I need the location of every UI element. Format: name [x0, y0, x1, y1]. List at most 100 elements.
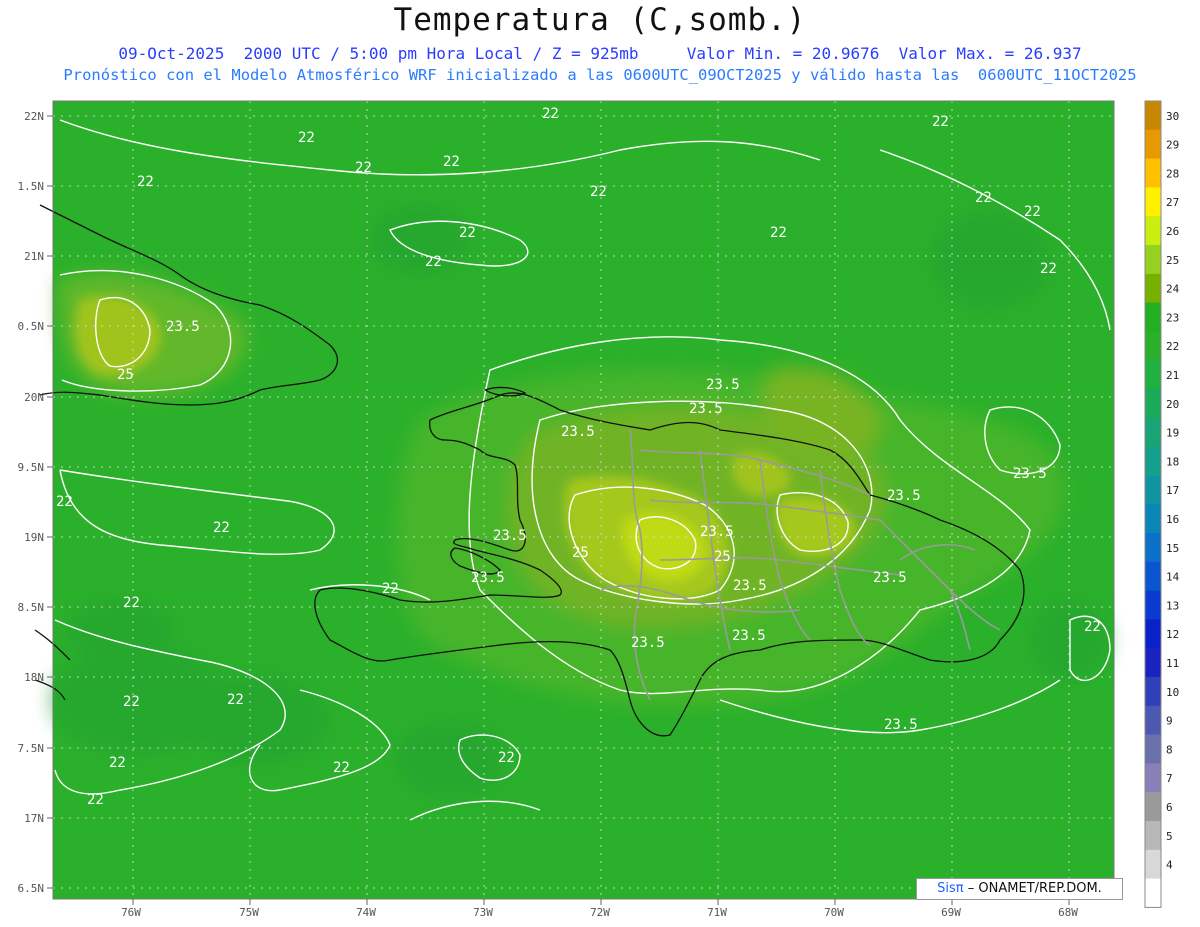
- colorbar-swatch: [1145, 360, 1161, 390]
- contour-label: 23.5: [700, 524, 734, 540]
- colorbar-label: 27: [1166, 196, 1179, 209]
- contour-label: 22: [1084, 619, 1101, 635]
- contour-label: 22: [1040, 261, 1057, 277]
- contour-label: 23.5: [561, 424, 595, 440]
- contour-label: 23.5: [166, 319, 200, 335]
- lat-label: 8.5N: [18, 601, 45, 614]
- lat-label: 6.5N: [18, 882, 45, 895]
- colorbar-label: 7: [1166, 772, 1173, 785]
- contour-label: 22: [459, 225, 476, 241]
- colorbar-swatch: [1145, 129, 1161, 160]
- colorbar-swatch: [1145, 417, 1161, 448]
- colorbar-label: 18: [1166, 455, 1179, 468]
- lon-label: 70W: [824, 906, 844, 919]
- lat-ticks: [47, 115, 53, 889]
- colorbar-swatch: [1145, 504, 1161, 534]
- colorbar-swatch: [1145, 158, 1161, 188]
- contour-label: 22: [109, 755, 126, 771]
- colorbar-label: 29: [1166, 139, 1179, 152]
- colorbar-label: 17: [1166, 484, 1179, 497]
- contour-label: 22: [425, 254, 442, 270]
- colorbar-swatch: [1145, 792, 1161, 822]
- colorbar-swatch: [1145, 389, 1161, 419]
- colorbar-label: 12: [1166, 628, 1179, 641]
- lon-label: 71W: [707, 906, 727, 919]
- colorbar-swatch: [1145, 533, 1161, 563]
- colorbar-swatch: [1145, 302, 1161, 332]
- colorbar-label: 30: [1166, 110, 1179, 123]
- contour-label: 25: [714, 549, 731, 565]
- lat-label: 20N: [24, 391, 44, 404]
- colorbar-label: 25: [1166, 254, 1179, 267]
- contour-label: 22: [333, 760, 350, 776]
- temperature-map: 22 22 22 22 22 22 22 22 22 22 22 22 22 2…: [18, 100, 1180, 919]
- contour-label: 23.5: [733, 578, 767, 594]
- colorbar-label: 10: [1166, 686, 1179, 699]
- contour-label: 22: [56, 494, 73, 510]
- contour-label: 25: [572, 545, 589, 561]
- lon-label: 76W: [121, 906, 141, 919]
- contour-label: 22: [213, 520, 230, 536]
- contour-label: 22: [1024, 204, 1041, 220]
- colorbar-swatch: [1145, 101, 1161, 131]
- colorbar-label: 11: [1166, 657, 1179, 670]
- credit-text: – ONAMET/REP.DOM.: [967, 881, 1102, 896]
- lat-label: 7.5N: [18, 742, 45, 755]
- colorbar-label: 5: [1166, 830, 1173, 843]
- lat-label: 17N: [24, 812, 44, 825]
- lon-label: 68W: [1058, 906, 1078, 919]
- colorbar-label: 26: [1166, 225, 1179, 238]
- lat-label: 0.5N: [18, 320, 45, 333]
- contour-label: 25: [117, 367, 134, 383]
- lat-label: 19N: [24, 531, 44, 544]
- colorbar: 30 29 28 27 26 25 24 23 22 21 20 19 18 17 16 15 14 13 12 11…: [1144, 100, 1180, 908]
- colorbar-label: 4: [1166, 859, 1173, 872]
- colorbar-swatch: [1145, 677, 1161, 707]
- contour-label: 23.5: [631, 635, 665, 651]
- colorbar-label: 19: [1166, 427, 1179, 440]
- lat-axis: 22N 1.5N 21N 0.5N 20N 9.5N 19N 8.5N 18N …: [18, 110, 45, 895]
- colorbar-swatch: [1145, 561, 1161, 592]
- colorbar-label: 24: [1166, 283, 1180, 296]
- colorbar-swatch: [1145, 216, 1161, 246]
- credit-brand: Sisπ: [937, 881, 964, 896]
- contour-label: 22: [542, 106, 559, 122]
- contour-label: 22: [975, 190, 992, 206]
- colorbar-label: 16: [1166, 513, 1179, 526]
- colorbar-swatch: [1145, 849, 1161, 880]
- contour-label: 23.5: [732, 628, 766, 644]
- colorbar-swatch: [1145, 187, 1161, 217]
- lat-label: 9.5N: [18, 461, 45, 474]
- colorbar-swatch: [1145, 734, 1161, 764]
- colorbar-swatch: [1145, 475, 1161, 505]
- contour-label: 23.5: [471, 570, 505, 586]
- colorbar-label: 6: [1166, 801, 1173, 814]
- credit-box: Sisπ – ONAMET/REP.DOM.: [916, 878, 1123, 900]
- contour-label: 22: [123, 595, 140, 611]
- lat-label: 1.5N: [18, 180, 45, 193]
- colorbar-label: 21: [1166, 369, 1179, 382]
- contour-label: 22: [355, 160, 372, 176]
- contour-label: 22: [770, 225, 787, 241]
- colorbar-swatch: [1145, 273, 1161, 304]
- contour-label: 22: [498, 750, 515, 766]
- contour-label: 22: [123, 694, 140, 710]
- colorbar-swatch: [1145, 331, 1161, 361]
- lat-label: 18N: [24, 671, 44, 684]
- contour-label: 22: [443, 154, 460, 170]
- contour-label: 23.5: [887, 488, 921, 504]
- lat-label: 22N: [24, 110, 44, 123]
- colorbar-swatch: [1145, 446, 1161, 476]
- colorbar-swatch: [1145, 821, 1161, 851]
- colorbar-label: 23: [1166, 311, 1179, 324]
- colorbar-swatch: [1145, 878, 1161, 908]
- contour-label: 23.5: [873, 570, 907, 586]
- contour-label: 23.5: [493, 528, 527, 544]
- contour-label: 22: [298, 130, 315, 146]
- colorbar-swatch: [1145, 590, 1161, 620]
- colorbar-swatch: [1145, 763, 1161, 793]
- colorbar-swatch: [1145, 245, 1161, 275]
- colorbar-swatch: [1145, 705, 1161, 736]
- contour-label: 23.5: [884, 717, 918, 733]
- colorbar-label: 15: [1166, 542, 1179, 555]
